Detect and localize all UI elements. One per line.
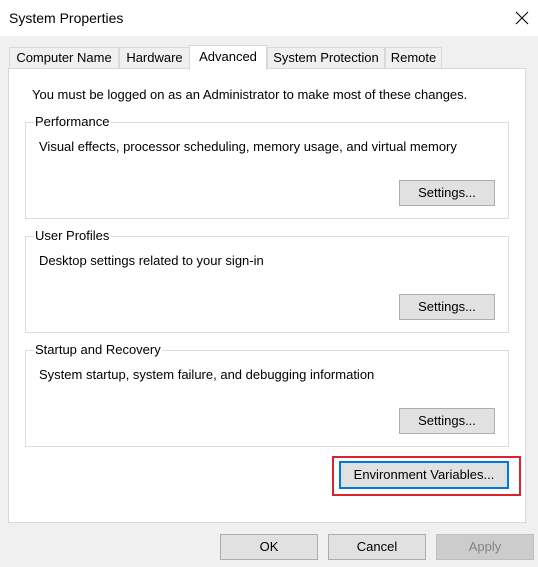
tab-remote[interactable]: Remote	[385, 47, 442, 69]
apply-button[interactable]: Apply	[436, 534, 534, 560]
tab-computer-name[interactable]: Computer Name	[9, 47, 119, 69]
group-title: User Profiles	[34, 228, 111, 244]
close-icon	[515, 11, 529, 25]
advanced-panel: You must be logged on as an Administrato…	[8, 68, 526, 523]
group-description: System startup, system failure, and debu…	[39, 367, 375, 382]
title-bar: System Properties	[0, 0, 538, 36]
group-title: Performance	[34, 114, 111, 130]
group-title: Startup and Recovery	[34, 342, 162, 358]
startup-recovery-group: Startup and Recovery System startup, sys…	[25, 342, 509, 447]
cancel-button[interactable]: Cancel	[328, 534, 426, 560]
tab-advanced[interactable]: Advanced	[189, 45, 267, 70]
tab-system-protection[interactable]: System Protection	[267, 47, 385, 69]
group-description: Visual effects, processor scheduling, me…	[39, 139, 457, 154]
admin-note: You must be logged on as an Administrato…	[32, 87, 468, 102]
tab-hardware[interactable]: Hardware	[119, 47, 190, 69]
user-profiles-settings-button[interactable]: Settings...	[399, 294, 495, 320]
user-profiles-group: User Profiles Desktop settings related t…	[25, 228, 509, 333]
group-description: Desktop settings related to your sign-in	[39, 253, 264, 268]
close-button[interactable]	[507, 6, 537, 30]
environment-variables-button[interactable]: Environment Variables...	[339, 461, 509, 489]
ok-button[interactable]: OK	[220, 534, 318, 560]
window-title: System Properties	[9, 10, 124, 26]
performance-settings-button[interactable]: Settings...	[399, 180, 495, 206]
startup-recovery-settings-button[interactable]: Settings...	[399, 408, 495, 434]
performance-group: Performance Visual effects, processor sc…	[25, 114, 509, 219]
